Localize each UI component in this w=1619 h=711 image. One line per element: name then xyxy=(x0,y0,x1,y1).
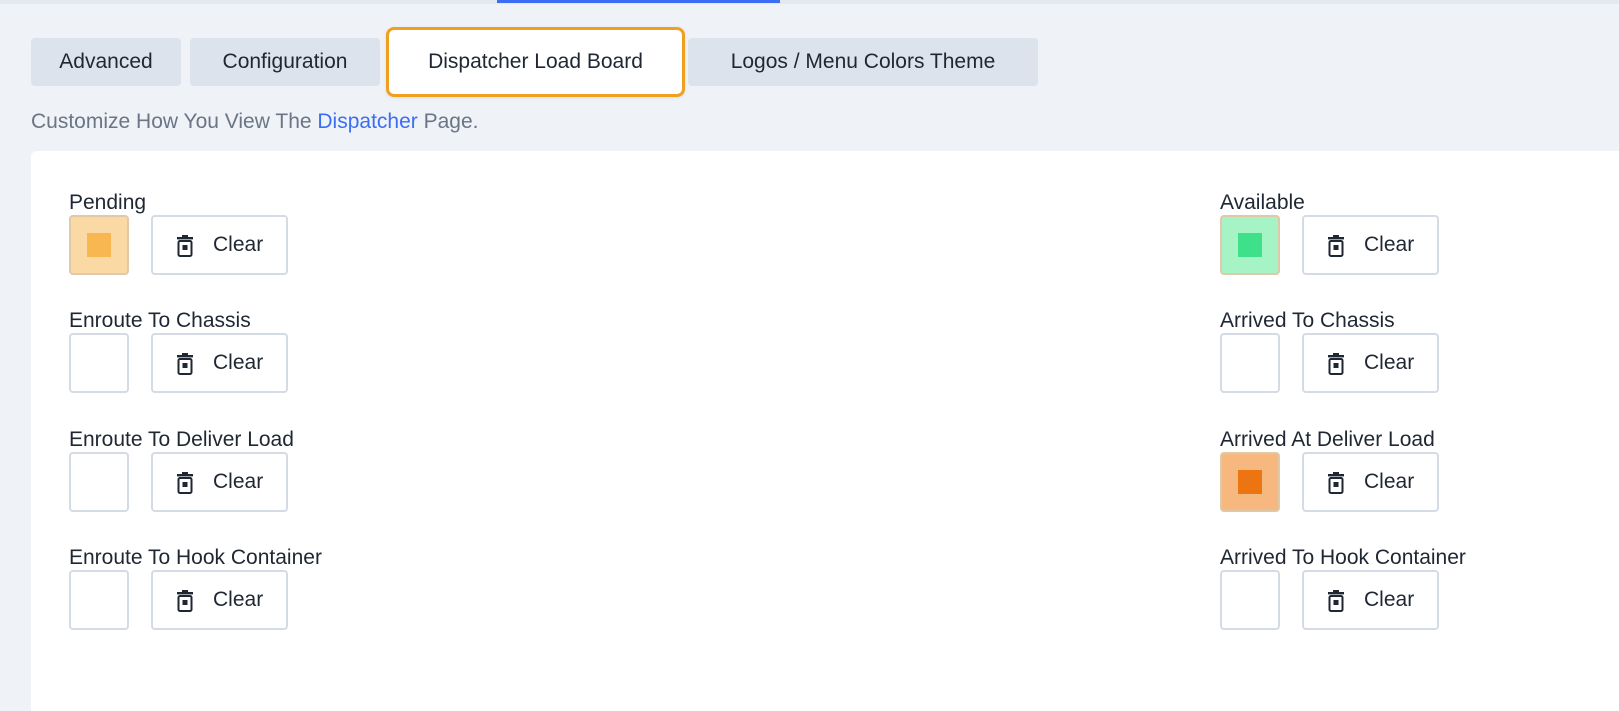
status-label: Arrived At Deliver Load xyxy=(1220,428,1435,451)
tab-dispatcher-load-board-label: Dispatcher Load Board xyxy=(428,50,643,73)
status-label: Enroute To Hook Container xyxy=(69,546,322,569)
trash-icon xyxy=(175,590,195,618)
clear-color-button[interactable]: Clear xyxy=(151,215,288,275)
tab-advanced[interactable]: Advanced xyxy=(31,38,181,86)
status-label: Enroute To Chassis xyxy=(69,309,251,332)
clear-color-button[interactable]: Clear xyxy=(151,570,288,630)
trash-icon xyxy=(175,235,195,263)
clear-label: Clear xyxy=(1364,233,1415,256)
clear-color-button[interactable]: Clear xyxy=(151,333,288,393)
clear-label: Clear xyxy=(213,588,264,611)
description-text: Customize How You View The xyxy=(31,110,318,133)
clear-color-button[interactable]: Clear xyxy=(1302,215,1439,275)
trash-icon xyxy=(1326,590,1346,618)
clear-color-button[interactable]: Clear xyxy=(1302,333,1439,393)
trash-icon xyxy=(1326,235,1346,263)
trash-icon xyxy=(1326,472,1346,500)
clear-color-button[interactable]: Clear xyxy=(151,452,288,512)
clear-label: Clear xyxy=(213,233,264,256)
clear-label: Clear xyxy=(1364,470,1415,493)
color-swatch[interactable] xyxy=(69,452,129,512)
tab-logos-menu-colors-theme[interactable]: Logos / Menu Colors Theme xyxy=(688,38,1038,86)
status-label: Arrived To Chassis xyxy=(1220,309,1395,332)
color-swatch[interactable] xyxy=(1220,452,1280,512)
color-swatch[interactable] xyxy=(1220,333,1280,393)
clear-color-button[interactable]: Clear xyxy=(1302,570,1439,630)
description-text-end: Page. xyxy=(417,110,479,133)
color-swatch[interactable] xyxy=(69,215,129,275)
trash-icon xyxy=(175,353,195,381)
status-label: Arrived To Hook Container xyxy=(1220,546,1466,569)
clear-label: Clear xyxy=(1364,588,1415,611)
page-description: Customize How You View The Dispatcher Pa… xyxy=(31,110,479,134)
color-swatch-fill xyxy=(1238,470,1262,494)
top-strip xyxy=(0,0,1619,4)
clear-label: Clear xyxy=(213,351,264,374)
color-swatch[interactable] xyxy=(1220,215,1280,275)
clear-label: Clear xyxy=(213,470,264,493)
tab-dispatcher-load-board[interactable]: Dispatcher Load Board xyxy=(386,27,685,97)
clear-label: Clear xyxy=(1364,351,1415,374)
color-swatch-fill xyxy=(1238,233,1262,257)
status-label: Available xyxy=(1220,191,1305,214)
color-swatch[interactable] xyxy=(69,333,129,393)
tab-configuration[interactable]: Configuration xyxy=(190,38,380,86)
color-swatch-fill xyxy=(87,233,111,257)
status-label: Pending xyxy=(69,191,147,214)
color-swatch[interactable] xyxy=(1220,570,1280,630)
color-swatch[interactable] xyxy=(69,570,129,630)
status-label: Enroute To Deliver Load xyxy=(69,428,294,451)
dispatcher-link[interactable]: Dispatcher xyxy=(317,110,417,133)
top-active-indicator xyxy=(497,0,780,3)
trash-icon xyxy=(1326,353,1346,381)
clear-color-button[interactable]: Clear xyxy=(1302,452,1439,512)
trash-icon xyxy=(175,472,195,500)
